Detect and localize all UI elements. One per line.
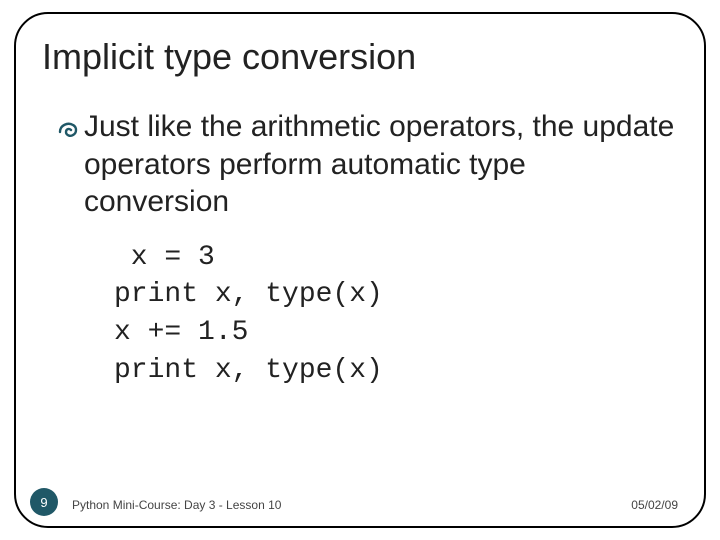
slide-title: Implicit type conversion — [42, 36, 678, 78]
footer-date: 05/02/09 — [631, 498, 678, 512]
code-block: x = 3 print x, type(x) x += 1.5 print x,… — [114, 239, 678, 390]
code-line: x = 3 — [114, 242, 215, 273]
swirl-bullet-icon — [56, 118, 80, 147]
slide-body: Just like the arithmetic operators, the … — [42, 108, 678, 390]
bullet-item: Just like the arithmetic operators, the … — [56, 108, 678, 221]
page-number-badge: 9 — [30, 488, 58, 516]
slide: Implicit type conversion Just like the a… — [0, 0, 720, 540]
code-line: print x, type(x) — [114, 279, 383, 310]
bullet-text: Just like the arithmetic operators, the … — [84, 108, 678, 221]
code-line: x += 1.5 — [114, 317, 248, 348]
footer-course: Python Mini-Course: Day 3 - Lesson 10 — [72, 498, 281, 512]
code-line: print x, type(x) — [114, 355, 383, 386]
